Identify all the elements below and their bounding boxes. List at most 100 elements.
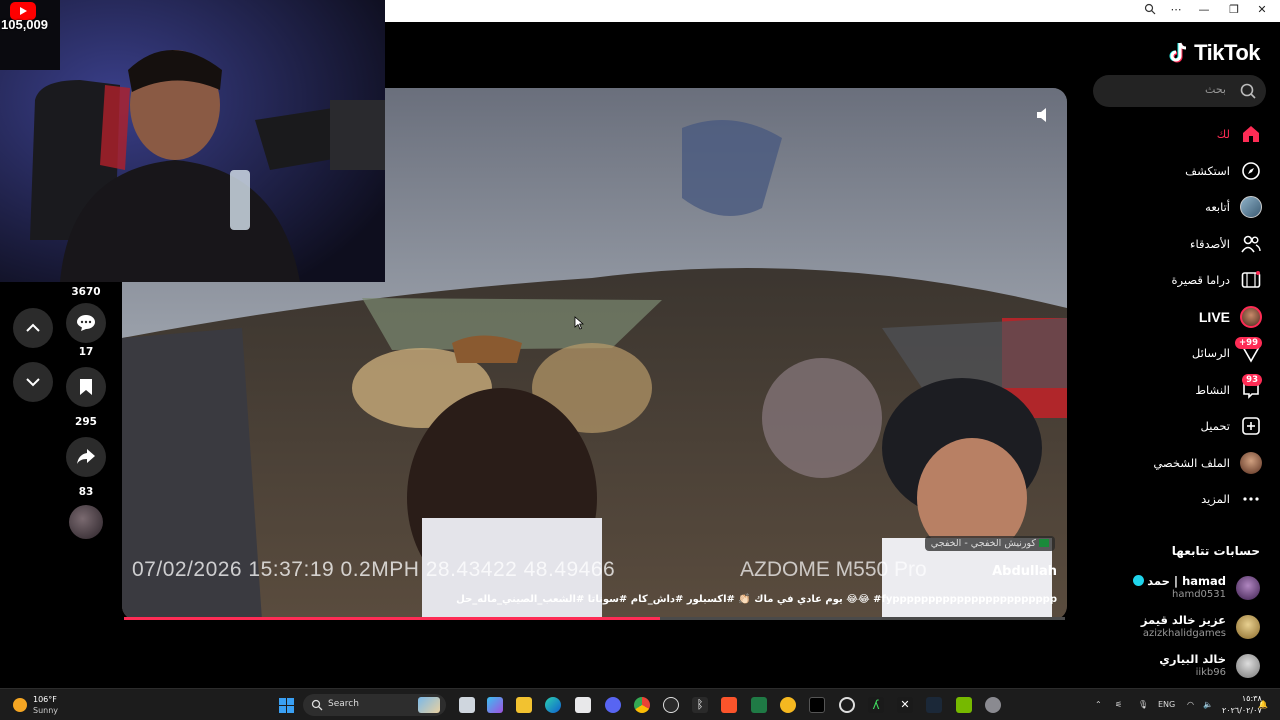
obs-icon[interactable] — [663, 697, 679, 713]
following-list: حمد | hamad hamd0531 عزيز خالد قيمز aziz… — [1100, 568, 1270, 685]
webcam-overlay: 105,009 — [0, 0, 385, 282]
language-indicator[interactable]: ENG — [1158, 700, 1175, 709]
avatar — [1236, 614, 1260, 639]
share-button[interactable] — [66, 437, 106, 477]
app-icon[interactable]: ᛔ — [692, 697, 708, 713]
weather-temperature[interactable]: 106°F — [33, 695, 57, 704]
verified-icon — [1133, 575, 1145, 586]
location-flag-icon — [1039, 539, 1049, 547]
following-item[interactable]: خالد البياري iikb96 — [1100, 646, 1270, 685]
excel-icon[interactable] — [751, 697, 767, 713]
share-count: 83 — [78, 486, 94, 498]
dashcam-timestamp: 07/02/2026 15:37:19 0.2MPH 28.43422 48.4… — [132, 558, 616, 581]
chrome-icon[interactable] — [634, 697, 650, 713]
search-input[interactable]: بحث — [1093, 75, 1266, 107]
following-text: حمد | hamad hamd0531 — [1133, 574, 1226, 601]
microphone-icon[interactable]: 🎙 — [1138, 700, 1148, 709]
window-titlebar: ⋯ — ❐ ✕ — [385, 0, 1280, 22]
nav-item-activity[interactable]: النشاط 93 — [1100, 372, 1270, 409]
nav-label: تحميل — [1200, 419, 1230, 434]
following-name-text: حمد | hamad — [1147, 574, 1226, 588]
following-name: خالد البياري — [1159, 652, 1226, 666]
following-item[interactable]: حمد | hamad hamd0531 — [1100, 568, 1270, 607]
video-author[interactable]: Abdullah — [992, 564, 1057, 579]
emoji-app-icon[interactable] — [780, 697, 796, 713]
weather-description[interactable]: Sunny — [33, 706, 58, 715]
nav-item-friends[interactable]: الأصدقاء — [1100, 226, 1270, 263]
taskbar-search[interactable]: Search — [303, 694, 446, 716]
terminal-app-icon[interactable]: ʎ — [868, 697, 884, 713]
nav-item-upload[interactable]: تحميل — [1100, 408, 1270, 445]
wifi-icon[interactable]: ◠ — [1187, 700, 1194, 709]
edge-icon[interactable] — [545, 697, 561, 713]
restore-icon[interactable]: ❐ — [1227, 3, 1241, 17]
chevron-down-icon — [26, 378, 40, 387]
dashcam-brand: AZDOME M550 Pro — [740, 558, 927, 581]
following-avatar-icon — [1240, 196, 1262, 219]
more-options-icon[interactable]: ⋯ — [1169, 3, 1183, 17]
store-icon[interactable] — [575, 697, 591, 713]
nav-item-more[interactable]: المزيد — [1100, 481, 1270, 518]
nav-item-following[interactable]: أتابعه — [1100, 189, 1270, 226]
following-text: عزيز خالد قيمز azizkhalidgames — [1141, 613, 1226, 640]
messages-badge: +99 — [1235, 337, 1262, 349]
following-name: حمد | hamad — [1133, 574, 1226, 588]
following-handle: iikb96 — [1195, 667, 1226, 678]
activity-badge: 93 — [1242, 373, 1262, 386]
sound-avatar[interactable] — [69, 505, 103, 539]
comment-count: 17 — [78, 346, 94, 358]
nav-item-live[interactable]: LIVE — [1100, 299, 1270, 336]
taskbar-search-label: Search — [328, 699, 359, 709]
nav-label: المزيد — [1201, 492, 1230, 507]
nav-label: الملف الشخصي — [1153, 455, 1230, 470]
nav-item-explore[interactable]: استكشف — [1100, 153, 1270, 190]
following-text: خالد البياري iikb96 — [1159, 652, 1226, 679]
minimize-icon[interactable]: — — [1197, 3, 1211, 17]
tiktok-logo[interactable]: TikTok — [1168, 38, 1260, 68]
volume-tray-icon[interactable]: 🔈 — [1203, 700, 1213, 709]
tray-chevron-icon[interactable]: ⌃ — [1095, 700, 1102, 709]
nav-label: LIVE — [1198, 308, 1230, 325]
previous-video-button[interactable] — [13, 308, 53, 348]
nav-item-messages[interactable]: الرسائل +99 — [1100, 335, 1270, 372]
notifications-icon[interactable]: 🔔 — [1258, 700, 1268, 709]
network-icon[interactable]: ⚟ — [1115, 700, 1122, 709]
taskbar-clock[interactable]: ١٥:٣٨ ٢٠٢٦/٠٢/٠٧ — [1222, 693, 1262, 717]
search-icon[interactable] — [1239, 82, 1257, 100]
home-icon — [1240, 123, 1262, 145]
settings-icon[interactable] — [985, 697, 1001, 713]
capture-icon[interactable] — [839, 697, 855, 713]
next-video-button[interactable] — [13, 362, 53, 402]
nav-item-short-drama[interactable]: دراما قصيرة — [1100, 262, 1270, 299]
copilot-icon[interactable] — [487, 697, 503, 713]
save-button[interactable] — [66, 367, 106, 407]
discord-icon[interactable] — [605, 697, 621, 713]
capcut-icon[interactable]: ✕ — [897, 697, 913, 713]
file-explorer-icon[interactable] — [516, 697, 532, 713]
search-placeholder: بحث — [1205, 83, 1226, 96]
brave-icon[interactable] — [721, 697, 737, 713]
following-name: عزيز خالد قيمز — [1140, 613, 1226, 627]
volume-icon[interactable] — [1035, 106, 1053, 124]
video-caption: يوم عادي في ماك 👏🏻 #اكسبلور #داش_كام #سو… — [456, 594, 1057, 605]
drama-icon — [1240, 269, 1262, 291]
zoom-icon[interactable] — [1143, 3, 1157, 17]
nvidia-icon[interactable] — [956, 697, 972, 713]
search-icon — [311, 699, 323, 711]
screen: ⋯ — ❐ ✕ TikTok بحث لك استكشف أتابعه الأص… — [0, 0, 1280, 720]
top-count: 3670 — [71, 286, 101, 298]
steam-icon[interactable] — [926, 697, 942, 713]
comment-button[interactable] — [66, 303, 106, 343]
location-tag[interactable]: كورنيش الخفجي - الخفجي — [924, 536, 1055, 551]
nav-item-for-you[interactable]: لك — [1100, 116, 1270, 153]
windows-start-icon[interactable] — [279, 698, 294, 713]
nav-item-profile[interactable]: الملف الشخصي — [1100, 445, 1270, 482]
following-item[interactable]: عزيز خالد قيمز azizkhalidgames — [1100, 607, 1270, 646]
sun-icon[interactable] — [13, 698, 27, 712]
avatar — [1236, 575, 1260, 600]
nav-label: لك — [1216, 127, 1230, 142]
close-icon[interactable]: ✕ — [1255, 3, 1269, 17]
tiktok-taskbar-icon[interactable] — [809, 697, 825, 713]
live-avatar-icon — [1240, 305, 1262, 328]
task-view-icon[interactable] — [459, 697, 475, 713]
